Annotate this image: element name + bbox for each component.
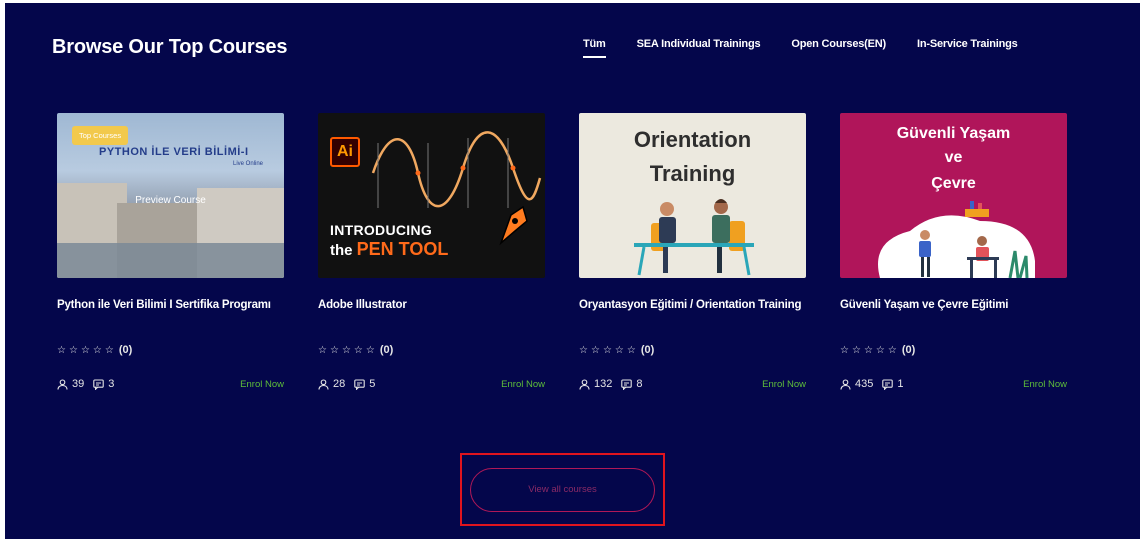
star-icon: ☆ xyxy=(68,344,78,356)
lessons-icon xyxy=(882,378,894,390)
star-icon: ☆ xyxy=(92,344,102,356)
student-count: 39 xyxy=(72,378,85,390)
course-thumbnail-illustrator[interactable]: Ai INTRODUCING the PEN TOOL xyxy=(318,113,545,278)
bezier-curve-graphic xyxy=(371,131,542,208)
thumbnail-line1: Güvenli Yaşam xyxy=(896,125,1011,142)
lesson-count: 3 xyxy=(108,378,115,390)
star-icon: ☆ xyxy=(602,344,612,356)
meeting-illustration xyxy=(634,199,754,276)
course-card-python[interactable]: PYTHON İLE VERİ BİLİMİ-I Live Online Pre… xyxy=(57,113,284,390)
preview-course-link[interactable]: Preview Course xyxy=(57,195,284,206)
course-rating: ☆ ☆ ☆ ☆ ☆ (0) xyxy=(579,344,806,356)
course-rating: ☆ ☆ ☆ ☆ ☆ (0) xyxy=(57,344,284,356)
user-icon xyxy=(579,378,590,390)
people-working-illustration xyxy=(878,201,1035,278)
star-icon: ☆ xyxy=(614,344,624,356)
student-count: 435 xyxy=(855,378,874,390)
course-title[interactable]: Oryantasyon Eğitimi / Orientation Traini… xyxy=(579,296,806,336)
thumbnail-title: PYTHON İLE VERİ BİLİMİ-I xyxy=(99,146,249,158)
course-card-guvenli-yasam[interactable]: Güvenli Yaşam ve Çevre Güvenli Yaşam ve xyxy=(840,113,1067,390)
rating-count: (0) xyxy=(379,344,394,356)
course-thumbnail-guvenli-yasam[interactable]: Güvenli Yaşam ve Çevre xyxy=(840,113,1067,278)
star-icon: ☆ xyxy=(341,344,351,356)
enroll-now-link[interactable]: Enrol Now xyxy=(501,379,545,390)
lesson-count: 1 xyxy=(897,378,904,390)
course-meta: 435 1 Enrol Now xyxy=(840,378,1067,390)
thumbnail-line3: Çevre xyxy=(931,175,976,192)
star-icon: ☆ xyxy=(875,344,885,356)
rating-count: (0) xyxy=(640,344,655,356)
section-title: Browse Our Top Courses xyxy=(52,36,288,58)
course-meta: 28 5 Enrol Now xyxy=(318,378,545,390)
star-icon: ☆ xyxy=(318,344,327,356)
star-icon: ☆ xyxy=(353,344,363,356)
thumbnail-line2: the PEN TOOL xyxy=(330,239,449,259)
student-count: 132 xyxy=(594,378,613,390)
view-all-courses-button[interactable]: View all courses xyxy=(470,468,655,512)
top-courses-badge: Top Courses xyxy=(72,126,129,145)
course-rating: ☆ ☆ ☆ ☆ ☆ (0) xyxy=(840,344,1067,356)
star-icon: ☆ xyxy=(851,344,861,356)
rating-count: (0) xyxy=(118,344,133,356)
student-count: 28 xyxy=(333,378,346,390)
lessons-icon xyxy=(354,378,365,390)
lesson-count: 8 xyxy=(636,378,643,390)
tab-sea-individual-trainings[interactable]: SEA Individual Trainings xyxy=(637,38,761,50)
thumbnail-subtitle: Live Online xyxy=(233,161,264,167)
user-icon xyxy=(840,378,851,390)
ai-logo-icon: Ai xyxy=(330,137,360,167)
star-icon: ☆ xyxy=(104,344,114,356)
course-thumbnail-orientation[interactable]: Orientation Training xyxy=(579,113,806,278)
tab-all[interactable]: Tüm xyxy=(583,38,606,58)
courses-section: Browse Our Top Courses Tüm SEA Individua… xyxy=(5,3,1140,539)
star-icon: ☆ xyxy=(590,344,600,356)
star-icon: ☆ xyxy=(579,344,588,356)
star-icon: ☆ xyxy=(80,344,90,356)
course-thumbnail-python[interactable]: PYTHON İLE VERİ BİLİMİ-I Live Online Pre… xyxy=(57,113,284,278)
course-title[interactable]: Güvenli Yaşam ve Çevre Eğitimi xyxy=(840,296,1067,336)
pen-tool-icon xyxy=(499,205,528,246)
rating-count: (0) xyxy=(901,344,916,356)
lessons-icon xyxy=(93,378,104,390)
category-tabs: Tüm SEA Individual Trainings Open Course… xyxy=(583,38,1018,58)
course-meta: 132 8 Enrol Now xyxy=(579,378,806,390)
user-icon xyxy=(57,378,68,390)
course-title[interactable]: Adobe Illustrator xyxy=(318,296,545,336)
course-title[interactable]: Python ile Veri Bilimi I Sertifika Progr… xyxy=(57,296,284,336)
star-icon: ☆ xyxy=(626,344,636,356)
enroll-now-link[interactable]: Enrol Now xyxy=(240,379,284,390)
course-card-orientation[interactable]: Orientation Training Oryantasyon Eğitimi… xyxy=(579,113,806,390)
tab-open-courses-en[interactable]: Open Courses(EN) xyxy=(791,38,886,50)
tab-in-service-trainings[interactable]: In-Service Trainings xyxy=(917,38,1018,50)
star-icon: ☆ xyxy=(887,344,897,356)
star-icon: ☆ xyxy=(863,344,873,356)
lessons-icon xyxy=(621,378,633,390)
star-icon: ☆ xyxy=(57,344,66,356)
thumbnail-line1: Orientation xyxy=(633,127,752,152)
star-icon: ☆ xyxy=(329,344,339,356)
user-icon xyxy=(318,378,329,390)
course-meta: 39 3 Enrol Now xyxy=(57,378,284,390)
thumbnail-line1: INTRODUCING xyxy=(330,222,433,238)
thumbnail-line2: ve xyxy=(944,149,963,166)
thumbnail-line2: Training xyxy=(649,161,736,186)
enroll-now-link[interactable]: Enrol Now xyxy=(1023,379,1067,390)
lesson-count: 5 xyxy=(369,378,376,390)
course-rating: ☆ ☆ ☆ ☆ ☆ (0) xyxy=(318,344,545,356)
star-icon: ☆ xyxy=(840,344,849,356)
star-icon: ☆ xyxy=(365,344,375,356)
course-card-adobe-illustrator[interactable]: Ai INTRODUCING the PEN TOOL Adobe Illust… xyxy=(318,113,545,390)
enroll-now-link[interactable]: Enrol Now xyxy=(762,379,806,390)
